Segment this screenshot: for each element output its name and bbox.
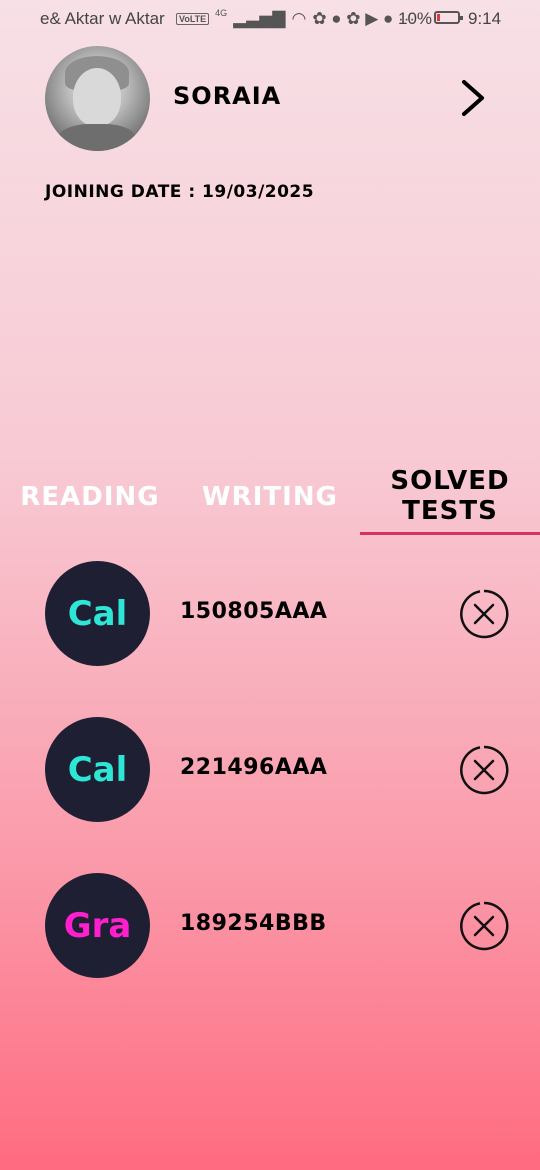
battery-icon [434, 11, 463, 24]
tab-writing[interactable]: WRITING [200, 482, 340, 512]
tab-solved-tests[interactable]: SOLVED TESTS [360, 466, 540, 526]
volte-icon: VoLTE [176, 13, 210, 25]
list-item: Gra 189254BBB [0, 873, 540, 983]
subject-badge: Cal [45, 561, 150, 666]
list-item: Cal 150805AAA [0, 561, 540, 671]
remove-icon[interactable] [458, 588, 510, 640]
subject-abbr: Cal [67, 749, 128, 790]
test-code: 150805AAA [180, 599, 328, 624]
tab-reading[interactable]: READING [20, 482, 160, 512]
battery-percent: 10% [398, 9, 433, 28]
wifi-icon: ◠ [291, 9, 307, 28]
signal-icon: ▂▃▅▇ [233, 9, 286, 28]
carrier-label: e& Aktar w Aktar [40, 9, 165, 28]
test-code: 221496AAA [180, 755, 328, 780]
network-type-label: 4G [215, 8, 228, 18]
remove-icon[interactable] [458, 900, 510, 952]
subject-badge: Gra [45, 873, 150, 978]
subject-abbr: Cal [67, 593, 128, 634]
active-tab-indicator [360, 532, 540, 535]
subject-badge: Cal [45, 717, 150, 822]
chevron-right-icon[interactable] [452, 78, 492, 118]
list-item: Cal 221496AAA [0, 717, 540, 827]
profile-name: SORAIA [173, 82, 282, 110]
status-bar: e& Aktar w Aktar VoLTE 4G ▂▃▅▇ ◠ ✿ ● ✿ ▶… [0, 0, 540, 38]
joining-date: JOINING DATE : 19/03/2025 [45, 182, 315, 202]
status-icons: VoLTE 4G ▂▃▅▇ ◠ ✿ ● ✿ ▶ ● ··· [176, 8, 415, 29]
subject-abbr: Gra [63, 905, 132, 946]
test-code: 189254BBB [180, 911, 327, 936]
remove-icon[interactable] [458, 744, 510, 796]
clock: 9:14 [468, 9, 502, 28]
avatar[interactable] [45, 46, 150, 151]
